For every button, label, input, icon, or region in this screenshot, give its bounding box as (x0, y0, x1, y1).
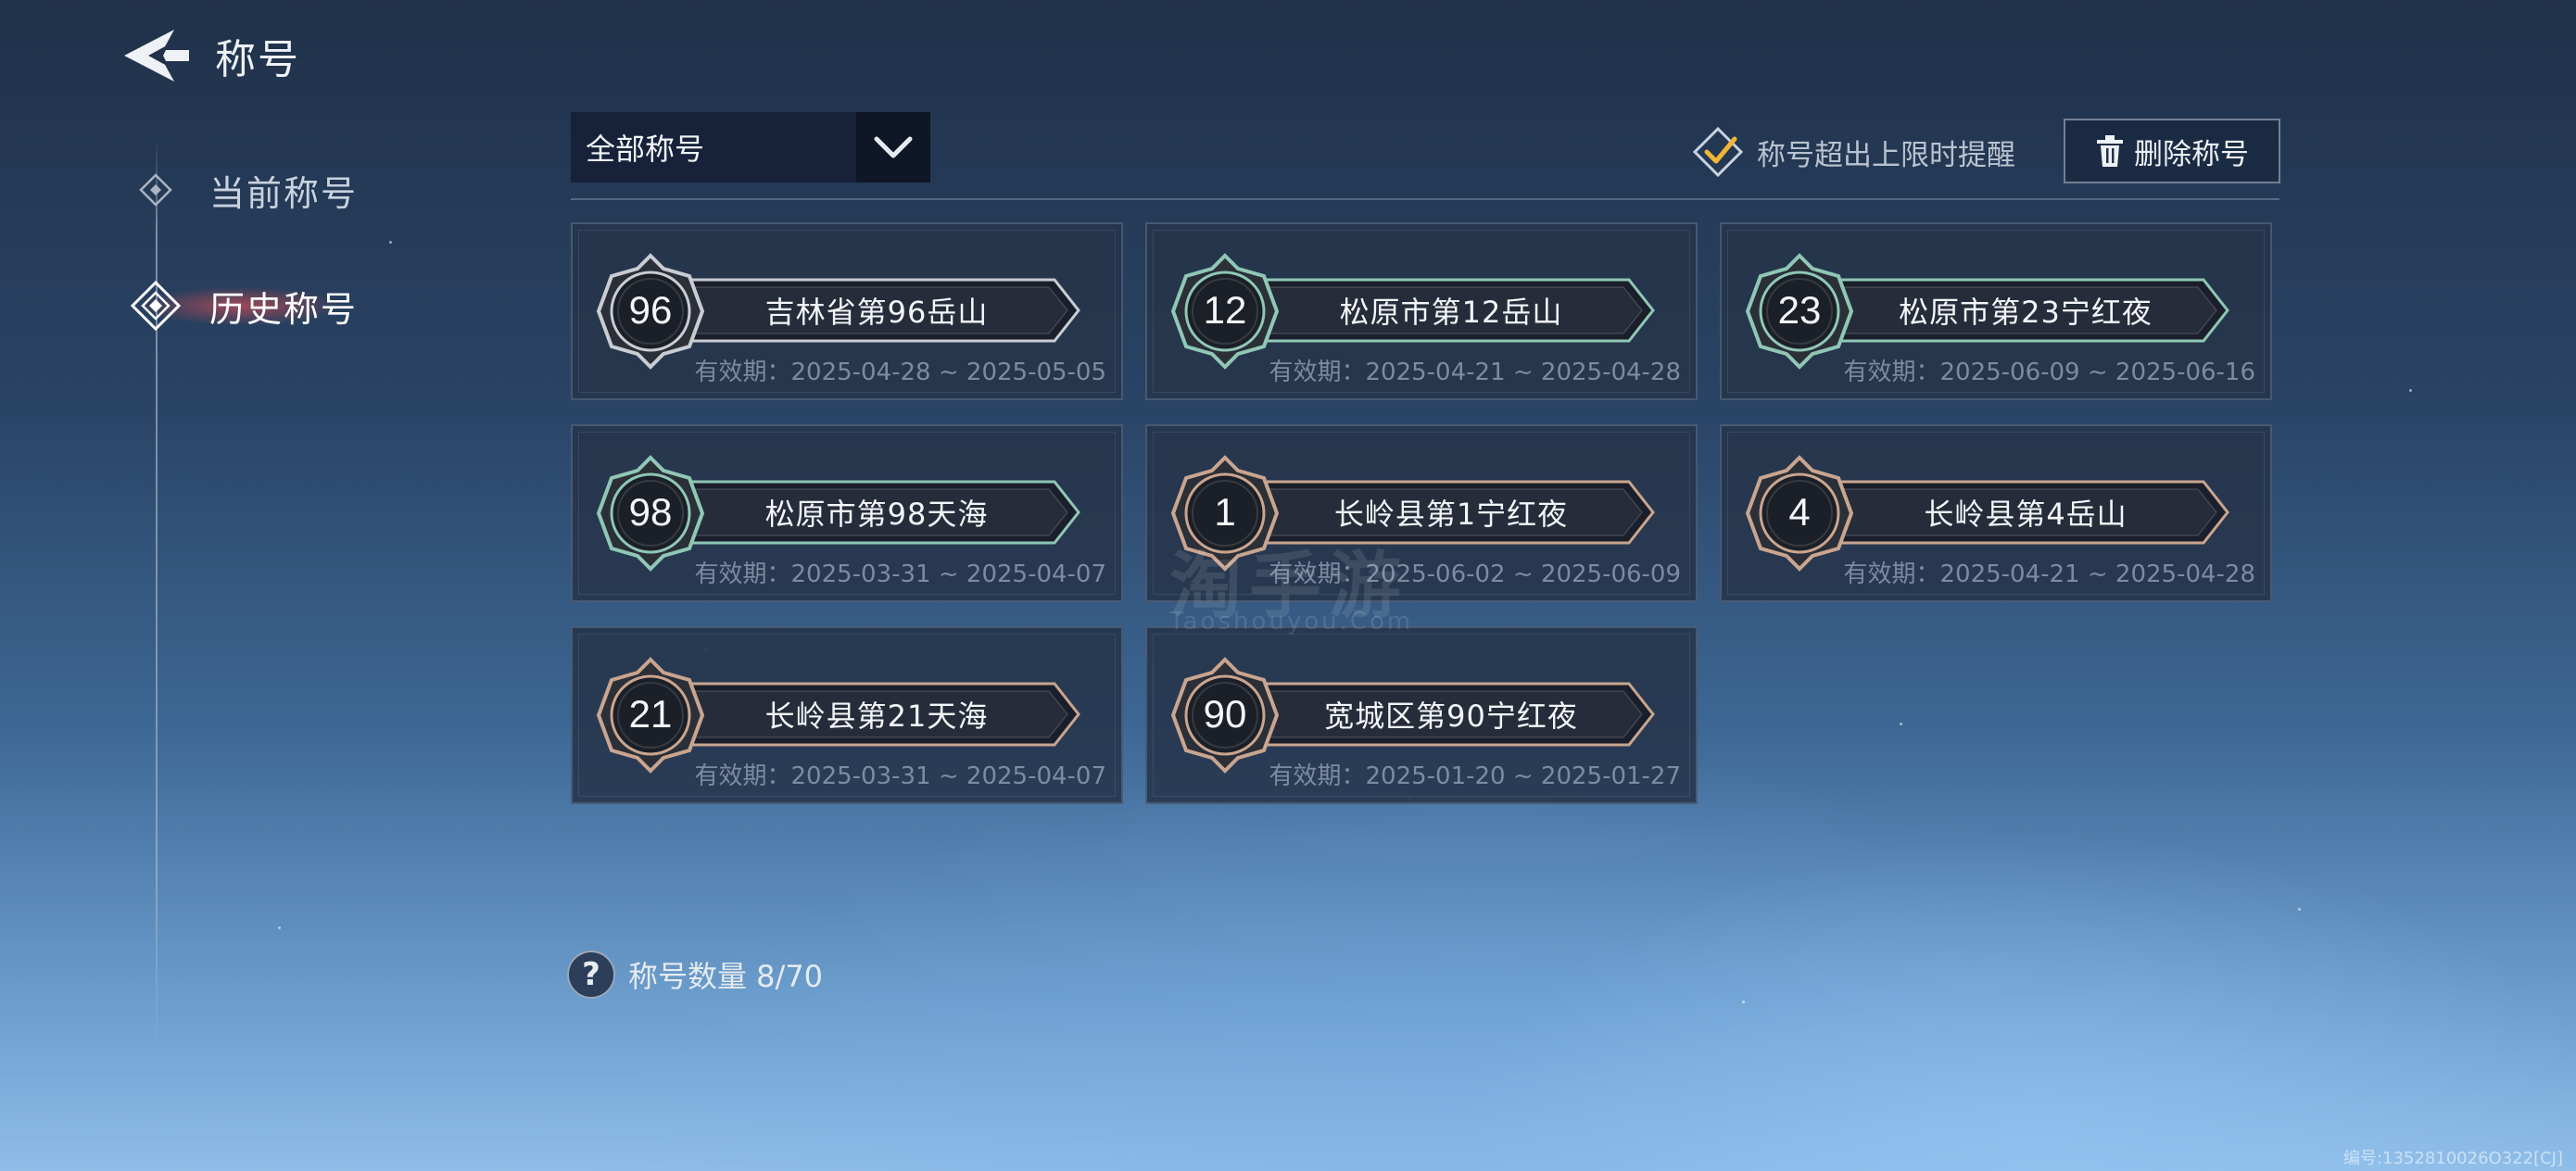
diamond-icon (130, 164, 182, 216)
title-banner: 松原市第12岳山 (1258, 272, 1657, 348)
rank-badge: 4 (1742, 454, 1857, 573)
validity-period: 有效期：2025-03-31 ~ 2025-04-07 (694, 762, 1106, 790)
watermark-sub: Taoshouyou.Com (1169, 608, 1414, 636)
star (278, 926, 281, 929)
title-card[interactable]: 吉林省第96岳山 96 有效期：2025-04-28 ~ 2025-05-05 (571, 222, 1123, 400)
title-card[interactable]: 松原市第23宁红夜 23 有效期：2025-06-09 ~ 2025-06-16 (1720, 222, 2272, 400)
validity-period: 有效期：2025-01-20 ~ 2025-01-27 (1269, 762, 1681, 790)
rank-number: 98 (628, 490, 673, 534)
title-banner: 吉林省第96岳山 (684, 272, 1082, 348)
serial-number: 编号:1352810026O322[CJ] (2342, 1149, 2563, 1168)
title-card[interactable]: 松原市第12岳山 12 有效期：2025-04-21 ~ 2025-04-28 (1145, 222, 1698, 400)
page-title: 称号 (215, 36, 300, 83)
rank-number: 90 (1203, 692, 1247, 736)
rank-badge: 98 (593, 454, 708, 573)
validity-period: 有效期：2025-04-21 ~ 2025-04-28 (1269, 359, 1681, 386)
toolbar-divider (571, 198, 2279, 200)
rank-badge: 96 (593, 252, 708, 371)
validity-period: 有效期：2025-06-09 ~ 2025-06-16 (1843, 359, 2255, 386)
title-name: 吉林省第96岳山 (764, 295, 989, 330)
validity-period: 有效期：2025-04-28 ~ 2025-05-05 (694, 359, 1106, 386)
sidebar-item-label: 历史称号 (209, 288, 359, 330)
title-banner: 宽城区第90宁红夜 (1258, 676, 1657, 752)
validity-period: 有效期：2025-03-31 ~ 2025-04-07 (694, 560, 1106, 588)
rank-number: 21 (628, 692, 673, 736)
title-banner: 长岭县第21天海 (684, 676, 1082, 752)
rank-badge: 23 (1742, 252, 1857, 371)
filter-selected-value: 全部称号 (571, 112, 856, 183)
rank-number: 12 (1203, 288, 1247, 332)
title-card[interactable]: 长岭县第21天海 21 有效期：2025-03-31 ~ 2025-04-07 (571, 626, 1123, 804)
star (389, 241, 392, 244)
title-banner: 长岭县第4岳山 (1833, 474, 2231, 550)
rank-number: 4 (1788, 490, 1811, 534)
star (2298, 908, 2301, 911)
title-name: 宽城区第90宁红夜 (1324, 699, 1578, 734)
limit-reminder-checkbox[interactable]: 称号超出上限时提醒 (1692, 126, 2015, 178)
title-card[interactable]: 长岭县第4岳山 4 有效期：2025-04-21 ~ 2025-04-28 (1720, 424, 2272, 602)
rank-number: 96 (628, 288, 673, 332)
sidebar-item-current-title[interactable]: 当前称号 (130, 157, 358, 222)
title-card[interactable]: 松原市第98天海 98 有效期：2025-03-31 ~ 2025-04-07 (571, 424, 1123, 602)
back-button[interactable] (120, 26, 191, 85)
title-count: ? 称号数量 8/70 (567, 951, 823, 999)
title-banner: 松原市第23宁红夜 (1833, 272, 2231, 348)
sidebar-item-label: 当前称号 (209, 172, 359, 214)
title-name: 松原市第23宁红夜 (1899, 295, 2153, 330)
question-icon[interactable]: ? (567, 951, 615, 999)
sidebar-item-history-title[interactable]: 历史称号 (130, 273, 358, 338)
rank-badge: 21 (593, 656, 708, 774)
title-name: 松原市第12岳山 (1339, 295, 1563, 330)
star (1742, 1001, 1745, 1003)
chevron-down-icon[interactable] (856, 112, 930, 183)
checkbox-checked-icon (1692, 126, 1744, 178)
reminder-label: 称号超出上限时提醒 (1757, 138, 2015, 172)
title-name: 长岭县第4岳山 (1924, 497, 2128, 532)
title-count-label: 称号数量 8/70 (628, 959, 824, 994)
delete-title-button[interactable]: 删除称号 (2064, 119, 2280, 183)
rank-badge: 12 (1168, 252, 1282, 371)
title-banner: 松原市第98天海 (684, 474, 1082, 550)
delete-label: 删除称号 (2134, 137, 2249, 171)
title-name: 长岭县第21天海 (764, 699, 989, 734)
trash-icon (2097, 135, 2123, 167)
title-name: 松原市第98天海 (764, 497, 989, 532)
rank-badge: 90 (1168, 656, 1282, 774)
title-card[interactable]: 宽城区第90宁红夜 90 有效期：2025-01-20 ~ 2025-01-27 (1145, 626, 1698, 804)
title-filter-dropdown[interactable]: 全部称号 (571, 112, 930, 183)
back-arrow-icon (124, 30, 189, 82)
star (2409, 389, 2412, 392)
star (1900, 723, 1902, 725)
validity-period: 有效期：2025-04-21 ~ 2025-04-28 (1843, 560, 2255, 588)
rank-number: 23 (1777, 288, 1822, 332)
diamond-icon (130, 280, 182, 332)
